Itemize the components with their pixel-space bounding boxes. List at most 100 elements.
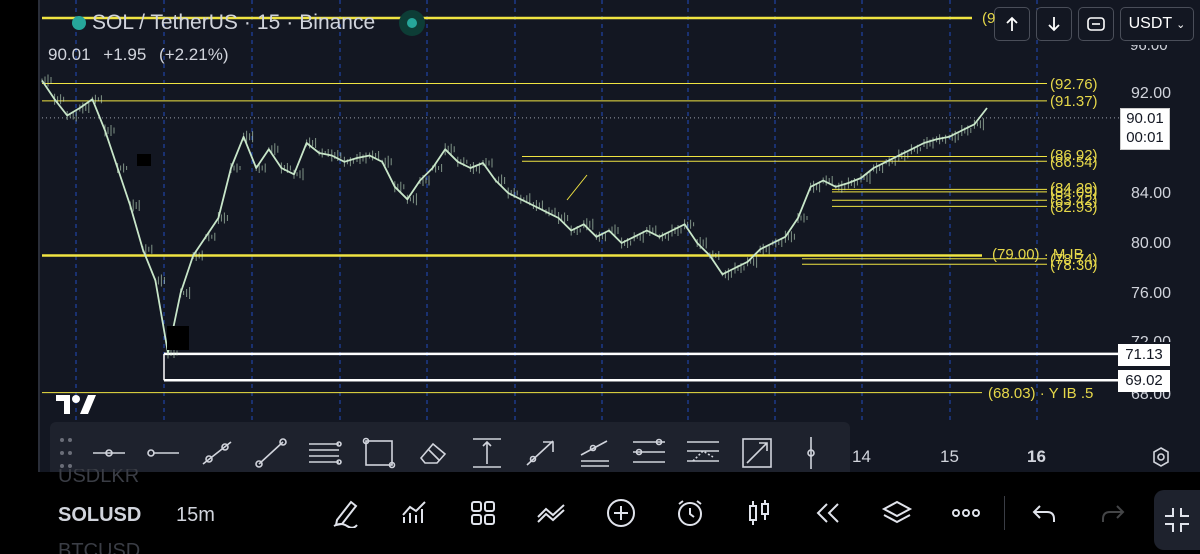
draw-button[interactable]	[310, 483, 379, 543]
horizontal-line-tool[interactable]	[138, 431, 188, 475]
interval[interactable]: 15	[257, 11, 280, 35]
currency-select[interactable]: USDT ⌄	[1120, 7, 1194, 41]
price-change-pct: (+2.21%)	[159, 45, 229, 64]
add-icon	[606, 499, 635, 527]
time-tick-14: 14	[852, 447, 871, 466]
arrow-up-icon	[1006, 16, 1018, 31]
candles-icon	[748, 500, 769, 525]
measure-icon	[742, 438, 772, 468]
exchange-logo-icon	[72, 16, 86, 30]
fib-extension-icon	[687, 441, 719, 462]
compare-icon	[536, 504, 565, 523]
last-price: 90.01	[48, 45, 91, 64]
chart-type-button[interactable]	[724, 483, 793, 543]
watchlist-timeframe: 15m	[176, 504, 215, 526]
watchlist-item[interactable]: BTCUSD 30m	[58, 540, 140, 554]
horizontal-ray-icon	[93, 449, 125, 457]
layout-button[interactable]	[448, 483, 517, 543]
price-tick-80: 80.00	[1131, 235, 1172, 252]
extended-line-icon	[255, 438, 287, 468]
level-label-82-93: (82.93)	[1050, 199, 1098, 216]
arrow-tool[interactable]	[516, 431, 566, 475]
compare-button[interactable]	[517, 483, 586, 543]
indicators-icon	[401, 501, 426, 523]
fib-retracement-tool[interactable]	[624, 431, 674, 475]
tradingview-logo-icon	[54, 392, 100, 423]
bottom-bar: USDLKR 10m SOLUSD 15m BTCUSD 30m	[0, 469, 1200, 554]
layers-icon	[881, 500, 912, 524]
eraser-tool[interactable]	[408, 431, 458, 475]
price-change: +1.95	[103, 45, 147, 64]
watchlist-symbol: BTCUSD	[58, 540, 141, 554]
level-tag-71-13: 71.13	[1118, 344, 1170, 366]
marker-box	[167, 326, 189, 350]
current-price-value: 90.01	[1126, 110, 1164, 127]
rewind-icon	[816, 503, 839, 523]
vertical-line-tool[interactable]	[786, 431, 836, 475]
chart-title[interactable]: SOL / TetherUS · 15 · Binance	[60, 10, 426, 36]
pitchfork-icon	[580, 440, 609, 467]
rectangle-icon	[362, 437, 396, 469]
top-controls: USDT ⌄	[994, 7, 1194, 41]
price-tick-84: 84.00	[1131, 185, 1172, 202]
bottom-nav	[310, 472, 1147, 554]
title-separator-1: ·	[243, 11, 251, 34]
bar-countdown: 00:01	[1126, 129, 1164, 146]
extended-line-tool[interactable]	[246, 431, 296, 475]
parallel-lines-icon	[309, 441, 342, 465]
symbol-name[interactable]: SOL / TetherUS	[92, 11, 238, 35]
price-range-tool[interactable]	[462, 431, 512, 475]
price-tick-92: 92.00	[1131, 85, 1172, 102]
alert-button[interactable]	[655, 483, 724, 543]
replay-button-bottom[interactable]	[793, 483, 862, 543]
chart-settings-button[interactable]	[1150, 446, 1172, 473]
trend-line-tool[interactable]	[192, 431, 242, 475]
more-button[interactable]	[931, 483, 1000, 543]
exchange-name: Binance	[299, 11, 376, 34]
add-button[interactable]	[586, 483, 655, 543]
time-tick-15: 15	[940, 447, 959, 466]
vertical-line-icon	[807, 437, 815, 469]
rectangle-tool[interactable]	[354, 431, 404, 475]
trend-line-icon	[202, 441, 232, 465]
horizontal-line-icon	[147, 449, 179, 457]
nav-divider	[1004, 496, 1005, 530]
ohlc-legend: 90.01 +1.95 (+2.21%)	[48, 45, 236, 65]
layers-button[interactable]	[862, 483, 931, 543]
watchlist-item-active[interactable]: SOLUSD 15m	[58, 504, 215, 527]
fib-retracement-icon	[633, 438, 665, 463]
title-separator-2: ·	[286, 11, 294, 34]
pitchfork-tool[interactable]	[570, 431, 620, 475]
marker-box	[137, 154, 151, 166]
fib-extension-tool[interactable]	[678, 431, 728, 475]
level-label-top: (9	[982, 10, 996, 27]
scroll-down-button[interactable]	[1036, 7, 1072, 41]
redo-icon	[1101, 505, 1124, 522]
toolbar-drag-handle[interactable]	[60, 438, 74, 468]
level-label-68-03: (68.03) · Y IB .5	[988, 385, 1094, 402]
grid-layout-icon	[470, 501, 495, 525]
undo-button[interactable]	[1009, 483, 1078, 543]
market-status-icon[interactable]	[399, 10, 426, 36]
arrow-down-icon	[1048, 17, 1060, 32]
indicators-button[interactable]	[379, 483, 448, 543]
fullscreen-icon	[1165, 508, 1189, 532]
currency-label: USDT	[1128, 15, 1173, 32]
replay-button[interactable]	[1078, 7, 1114, 41]
trend-line	[566, 174, 588, 201]
watchlist-symbol: SOLUSD	[58, 504, 142, 526]
price-range-icon	[473, 438, 501, 468]
watchlist-symbol: USDLKR	[58, 469, 140, 487]
redo-button[interactable]	[1078, 483, 1147, 543]
eraser-icon	[419, 442, 447, 464]
scroll-up-button[interactable]	[994, 7, 1030, 41]
fullscreen-button[interactable]	[1154, 490, 1200, 550]
parallel-lines-tool[interactable]	[300, 431, 350, 475]
measure-tool[interactable]	[732, 431, 782, 475]
level-label-78-30: (78.30)	[1050, 257, 1098, 274]
pencil-icon	[333, 500, 358, 528]
time-tick-16: 16	[1027, 447, 1046, 466]
watchlist-item[interactable]: USDLKR 10m	[58, 469, 139, 487]
undo-icon	[1032, 505, 1055, 522]
arrow-icon	[526, 440, 554, 466]
